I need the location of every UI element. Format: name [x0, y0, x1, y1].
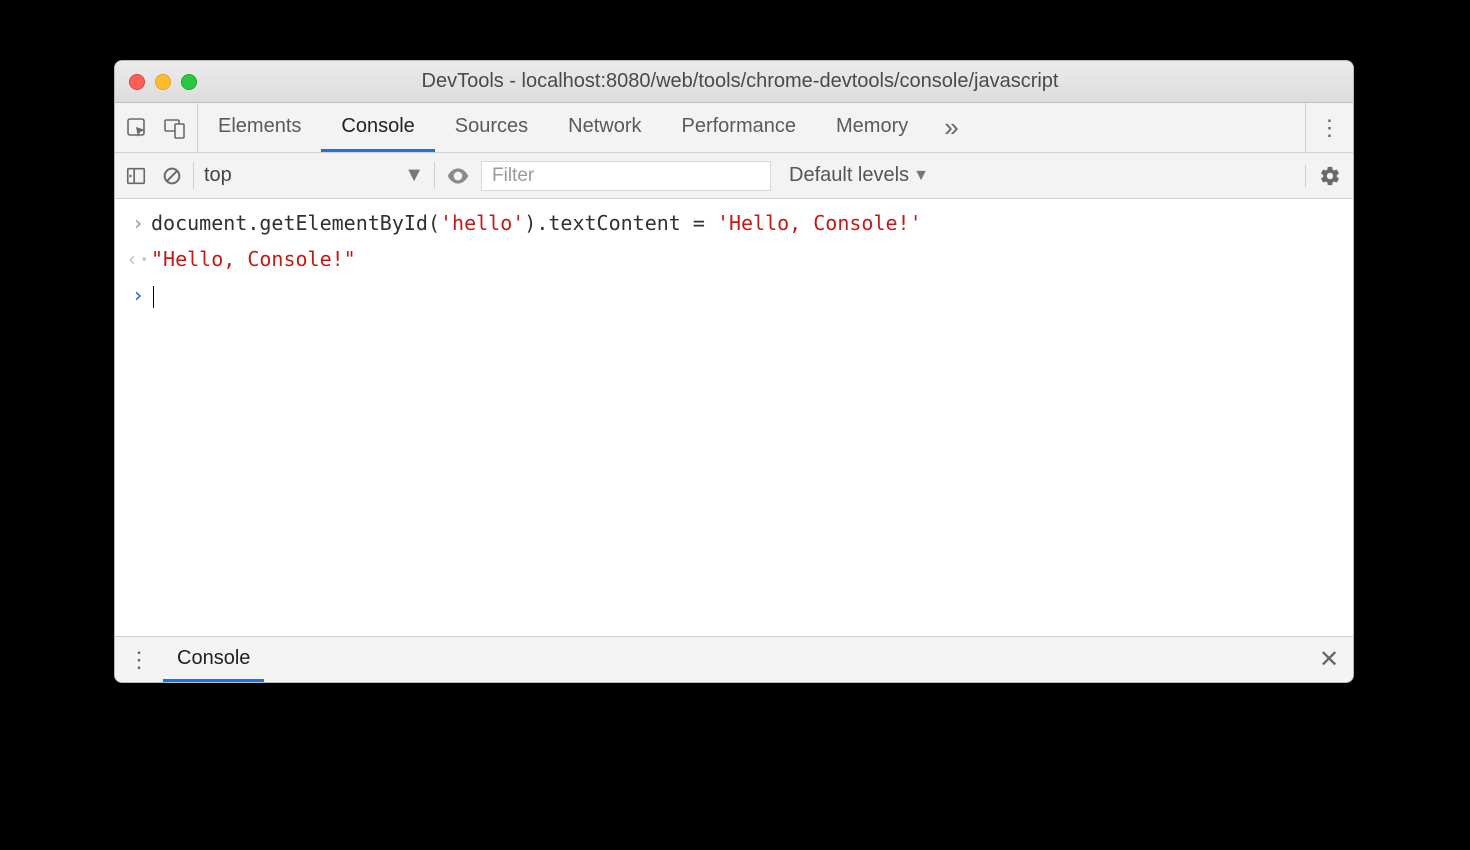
- main-menu-button[interactable]: ⋮: [1305, 103, 1353, 152]
- console-prompt-row[interactable]: ›: [115, 277, 1353, 313]
- more-tabs-button[interactable]: »: [928, 103, 974, 152]
- context-label: top: [204, 164, 232, 187]
- devtools-left-tools: [115, 103, 198, 152]
- console-input-code: document.getElementById('hello').textCon…: [151, 208, 922, 238]
- live-expression-icon[interactable]: [445, 163, 471, 189]
- clear-console-icon[interactable]: [161, 165, 183, 187]
- prompt-marker-icon: ›: [125, 280, 151, 310]
- tab-performance[interactable]: Performance: [662, 103, 817, 152]
- zoom-window-button[interactable]: [181, 74, 197, 90]
- console-output[interactable]: › document.getElementById('hello').textC…: [115, 199, 1353, 636]
- traffic-lights: [129, 74, 197, 90]
- tab-console[interactable]: Console: [321, 103, 434, 152]
- console-settings-button[interactable]: [1305, 165, 1353, 187]
- console-output-value: "Hello, Console!": [151, 244, 356, 274]
- tab-sources[interactable]: Sources: [435, 103, 548, 152]
- tab-memory[interactable]: Memory: [816, 103, 928, 152]
- console-prompt-input[interactable]: [151, 280, 154, 310]
- devtools-window: DevTools - localhost:8080/web/tools/chro…: [114, 60, 1354, 683]
- console-toolbar: top ▼ Default levels ▼: [115, 153, 1353, 199]
- levels-label: Default levels: [789, 164, 909, 187]
- close-window-button[interactable]: [129, 74, 145, 90]
- console-sidebar-toggle-icon[interactable]: [125, 165, 147, 187]
- console-input-row: › document.getElementById('hello').textC…: [115, 205, 1353, 241]
- drawer-tab-console[interactable]: Console: [163, 637, 264, 682]
- main-tabbar: Elements Console Sources Network Perform…: [115, 103, 1353, 153]
- tabs: Elements Console Sources Network Perform…: [198, 103, 928, 152]
- input-marker-icon: ›: [125, 208, 151, 238]
- drawer: ⋮ Console ✕: [115, 636, 1353, 682]
- output-marker-icon: ‹⋅: [125, 244, 151, 274]
- chevron-down-icon: ▼: [404, 164, 424, 187]
- drawer-menu-button[interactable]: ⋮: [115, 637, 163, 682]
- window-title: DevTools - localhost:8080/web/tools/chro…: [221, 70, 1259, 93]
- titlebar: DevTools - localhost:8080/web/tools/chro…: [115, 61, 1353, 103]
- device-toggle-icon[interactable]: [163, 116, 187, 140]
- filter-input[interactable]: [481, 161, 771, 191]
- tab-elements[interactable]: Elements: [198, 103, 321, 152]
- log-levels-selector[interactable]: Default levels ▼: [771, 164, 947, 187]
- minimize-window-button[interactable]: [155, 74, 171, 90]
- drawer-close-button[interactable]: ✕: [1305, 637, 1353, 682]
- inspect-element-icon[interactable]: [125, 116, 149, 140]
- console-output-row: ‹⋅ "Hello, Console!": [115, 241, 1353, 277]
- execution-context-selector[interactable]: top ▼: [194, 164, 434, 187]
- tab-network[interactable]: Network: [548, 103, 661, 152]
- chevron-down-icon: ▼: [913, 167, 929, 185]
